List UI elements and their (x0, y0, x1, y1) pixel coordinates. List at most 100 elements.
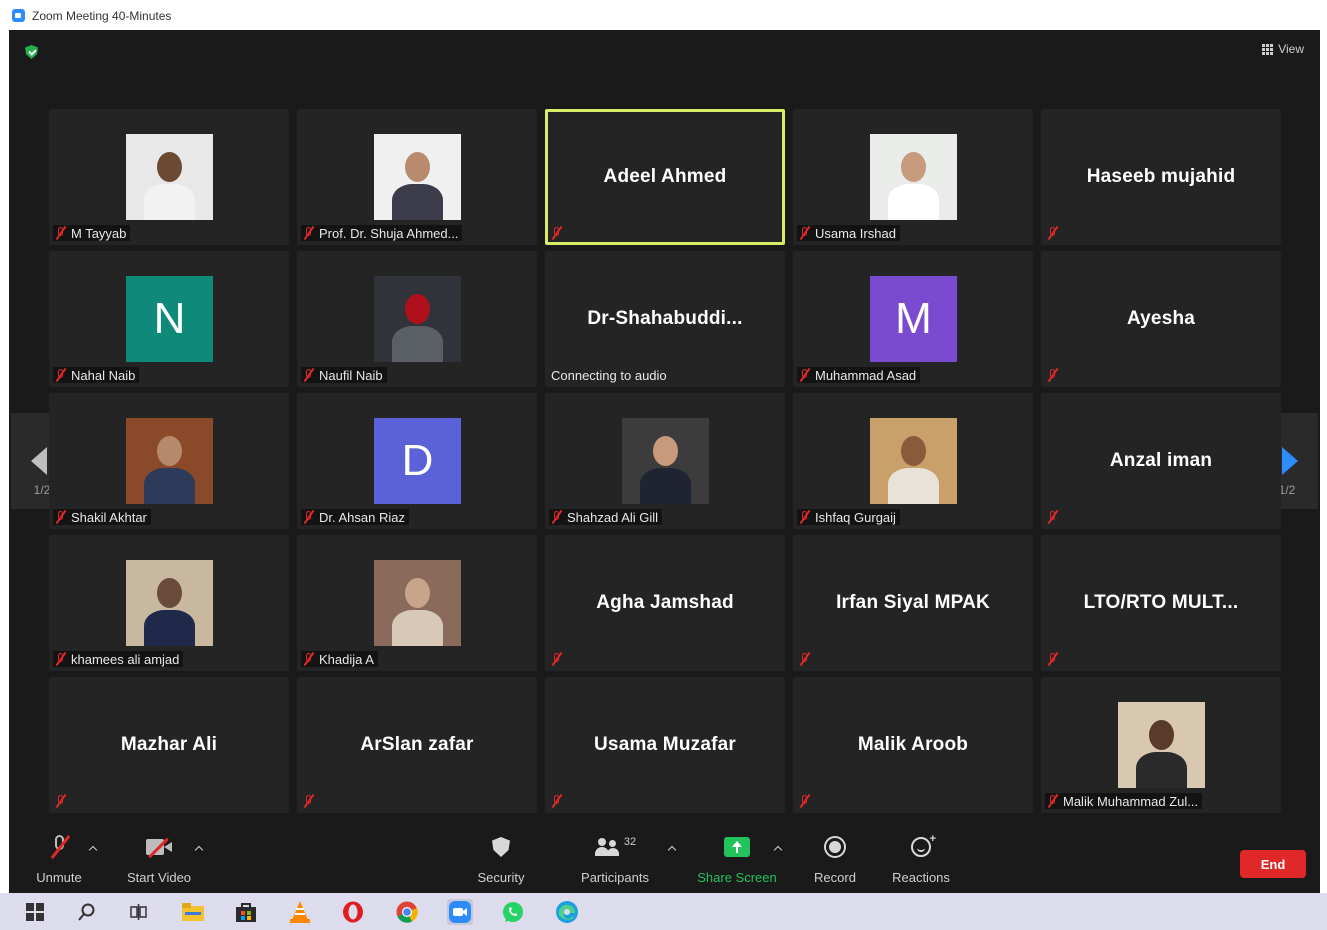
participant-tile[interactable]: Irfan Siyal MPAK (793, 535, 1033, 671)
participant-tile[interactable]: Khadija A (297, 535, 537, 671)
reactions-button[interactable]: + Reactions (889, 830, 953, 893)
participant-tile[interactable]: Malik Muhammad Zul... (1041, 677, 1281, 813)
participant-tile[interactable]: Agha Jamshad (545, 535, 785, 671)
muted-mic-icon (1047, 794, 1059, 808)
opera-icon[interactable] (340, 899, 366, 925)
participant-name-display: Ayesha (1126, 308, 1196, 329)
edge-icon[interactable] (554, 899, 580, 925)
participant-tile[interactable]: Adeel Ahmed (545, 109, 785, 245)
participant-tile[interactable]: Shakil Akhtar (49, 393, 289, 529)
participant-label: Prof. Dr. Shuja Ahmed... (301, 225, 463, 241)
participant-label (301, 793, 319, 809)
muted-mic-icon (551, 794, 563, 808)
end-meeting-button[interactable]: End (1240, 850, 1306, 878)
windows-taskbar (0, 893, 1327, 930)
participant-label: Malik Muhammad Zul... (1045, 793, 1203, 809)
audio-options-caret[interactable] (89, 844, 97, 852)
participant-tile[interactable]: Usama Muzafar (545, 677, 785, 813)
share-screen-button[interactable]: Share Screen (697, 830, 777, 893)
participant-tile[interactable]: Ayesha (1041, 251, 1281, 387)
avatar-photo (126, 418, 213, 504)
meeting-toolbar: Unmute Start Video Security 32 Participa… (9, 830, 1320, 893)
avatar-photo (1118, 702, 1205, 788)
file-explorer-icon[interactable] (180, 899, 206, 925)
avatar-photo (126, 560, 213, 646)
security-shield-icon (492, 837, 510, 857)
muted-mic-icon (1047, 226, 1059, 240)
participant-label (797, 793, 815, 809)
muted-mic-icon (1047, 368, 1059, 382)
participant-tile[interactable]: Haseeb mujahid (1041, 109, 1281, 245)
avatar-photo (374, 134, 461, 220)
muted-mic-icon (55, 652, 67, 666)
avatar-photo (870, 134, 957, 220)
participant-name-display: ArSlan zafar (360, 734, 474, 755)
encryption-shield-icon[interactable] (25, 45, 38, 59)
whatsapp-icon[interactable] (500, 899, 526, 925)
unmute-label: Unmute (36, 870, 82, 885)
muted-mic-icon (1047, 652, 1059, 666)
participant-tile[interactable]: Shahzad Ali Gill (545, 393, 785, 529)
participant-name-display: Adeel Ahmed (603, 166, 727, 187)
start-video-label: Start Video (126, 870, 192, 885)
participant-name-display: Irfan Siyal MPAK (836, 592, 990, 613)
muted-mic-icon (799, 510, 811, 524)
participant-label: Usama Irshad (797, 225, 900, 241)
unmute-button[interactable]: Unmute (33, 830, 85, 893)
participant-label: Ishfaq Gurgaij (797, 509, 900, 525)
security-label: Security (477, 870, 525, 885)
zoom-icon[interactable] (447, 899, 473, 925)
muted-mic-icon (55, 510, 67, 524)
video-options-caret[interactable] (195, 844, 203, 852)
muted-mic-icon (799, 226, 811, 240)
avatar-photo (622, 418, 709, 504)
participant-tile[interactable]: LTO/RTO MULT... (1041, 535, 1281, 671)
participant-tile[interactable]: ArSlan zafar (297, 677, 537, 813)
task-view-icon[interactable] (126, 899, 152, 925)
participants-button[interactable]: 32 Participants (575, 830, 655, 893)
participants-icon (594, 837, 620, 857)
participants-count: 32 (623, 836, 637, 848)
view-button[interactable]: View (1262, 42, 1304, 56)
participant-tile[interactable]: Mazhar Ali (49, 677, 289, 813)
participant-label: Muhammad Asad (797, 367, 921, 383)
participant-tile[interactable]: Usama Irshad (793, 109, 1033, 245)
participant-label: Dr. Ahsan Riaz (301, 509, 409, 525)
record-label: Record (814, 870, 856, 885)
security-button[interactable]: Security (471, 830, 531, 893)
participant-tile[interactable]: Ishfaq Gurgaij (793, 393, 1033, 529)
participant-tile[interactable]: khamees ali amjad (49, 535, 289, 671)
participants-options-caret[interactable] (668, 844, 676, 852)
participant-tile[interactable]: Naufil Naib (297, 251, 537, 387)
participant-tile[interactable]: M Tayyab (49, 109, 289, 245)
share-options-caret[interactable] (774, 844, 782, 852)
record-icon (824, 836, 846, 858)
participant-name-display: LTO/RTO MULT... (1083, 592, 1239, 613)
participant-label (1045, 509, 1063, 525)
participant-tile[interactable]: N Nahal Naib (49, 251, 289, 387)
avatar-initial: D (374, 418, 461, 504)
video-off-icon (146, 839, 172, 855)
search-icon[interactable] (74, 899, 100, 925)
store-icon[interactable] (233, 899, 259, 925)
meeting-area: View 1/2 1/2 M Tayyab Prof. Dr. Shuja Ahm… (9, 30, 1320, 893)
start-video-button[interactable]: Start Video (122, 830, 196, 893)
participant-label: Shahzad Ali Gill (549, 509, 663, 525)
vlc-icon[interactable] (287, 899, 313, 925)
record-button[interactable]: Record (809, 830, 861, 893)
participant-name: M Tayyab (71, 225, 127, 241)
grid-view-icon (1262, 43, 1274, 55)
participant-tile[interactable]: D Dr. Ahsan Riaz (297, 393, 537, 529)
participant-tile[interactable]: Dr-Shahabuddi... Connecting to audio (545, 251, 785, 387)
muted-mic-icon (551, 226, 563, 240)
participant-tile[interactable]: Anzal iman (1041, 393, 1281, 529)
participant-name: Shahzad Ali Gill (567, 509, 659, 525)
muted-mic-icon (303, 794, 315, 808)
participant-tile[interactable]: Prof. Dr. Shuja Ahmed... (297, 109, 537, 245)
avatar-initial: N (126, 276, 213, 362)
participant-tile[interactable]: Malik Aroob (793, 677, 1033, 813)
windows-start-icon[interactable] (22, 899, 48, 925)
participant-tile[interactable]: M Muhammad Asad (793, 251, 1033, 387)
chrome-icon[interactable] (394, 899, 420, 925)
participant-name: Prof. Dr. Shuja Ahmed... (319, 225, 459, 241)
